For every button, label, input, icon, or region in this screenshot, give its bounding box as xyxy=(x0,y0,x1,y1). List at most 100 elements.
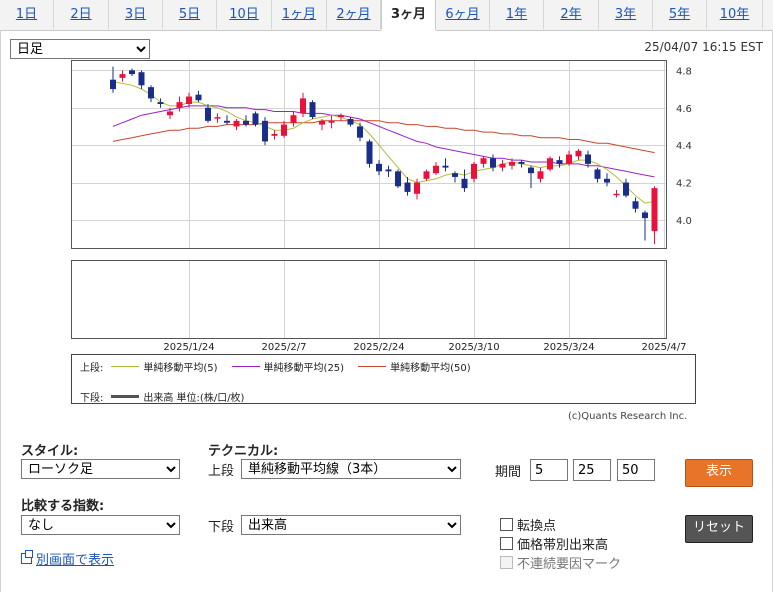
period-input-2[interactable] xyxy=(573,459,611,481)
upper-sub-label: 上段 xyxy=(208,464,235,479)
discontinuity-checkbox: 不連続要因マーク xyxy=(500,553,621,572)
candle-body xyxy=(414,182,420,194)
candle-body xyxy=(480,158,487,164)
period-input-3[interactable] xyxy=(617,459,655,481)
style-label: スタイル: xyxy=(21,444,79,459)
candle-body xyxy=(338,115,344,118)
candle-body xyxy=(309,102,316,118)
candle-body xyxy=(252,113,259,125)
new-window-icon xyxy=(21,550,33,564)
y-tick-label: 4.8 xyxy=(676,66,692,77)
candle-body xyxy=(376,163,382,172)
candle-body xyxy=(518,161,525,164)
open-new-window-label: 別画面で表示 xyxy=(36,553,115,568)
candle-body xyxy=(176,102,183,108)
candle-body xyxy=(499,163,506,168)
candle-body xyxy=(575,150,582,157)
legend-volume-line xyxy=(111,395,140,398)
show-button[interactable]: 表示 xyxy=(685,459,753,487)
candle-body xyxy=(585,154,591,164)
candle-body xyxy=(366,141,373,164)
candle-body xyxy=(547,158,553,170)
candle-body xyxy=(461,178,468,189)
candle-body xyxy=(490,158,496,168)
candle-body xyxy=(290,115,297,123)
legend-ma50: 単純移動平均(50) xyxy=(358,359,471,374)
candle-body xyxy=(262,120,268,142)
candle-body xyxy=(423,171,430,179)
candle-body xyxy=(566,154,572,164)
price-volume-checkbox[interactable]: 価格帯別出来高 xyxy=(500,534,608,553)
compare-label: 比較する指数: xyxy=(21,499,105,514)
period-input-1[interactable] xyxy=(530,459,568,481)
legend-ma5: 単純移動平均(5) xyxy=(111,359,218,374)
candle-body xyxy=(281,124,287,136)
candle-body xyxy=(138,72,145,86)
x-tick-label: 2025/3/10 xyxy=(448,342,499,352)
chart-legend: 上段: 単純移動平均(5) 単純移動平均(25) 単純移動平均(50) 下段: … xyxy=(71,354,696,404)
candle-body xyxy=(537,171,544,179)
turning-point-checkbox[interactable]: 転換点 xyxy=(500,515,556,534)
candle-body xyxy=(300,98,306,114)
candle-body xyxy=(632,201,639,209)
lower-plot-area xyxy=(71,260,667,339)
candle-body xyxy=(148,87,154,99)
upper-technical-select[interactable]: 単純移動平均線（3本） xyxy=(241,459,461,479)
style-select[interactable]: ローソク足 xyxy=(21,459,180,479)
y-tick-label: 4.4 xyxy=(676,141,692,152)
x-tick-label: 2025/1/24 xyxy=(163,342,214,352)
candle-body xyxy=(385,169,392,172)
legend-volume-label: 出来高 単位:(株/口/枚) xyxy=(143,393,245,404)
candle-body xyxy=(233,120,240,127)
candle-body xyxy=(404,182,411,192)
candle-body xyxy=(433,165,439,174)
candle-body xyxy=(556,160,563,164)
candle-body xyxy=(110,79,116,90)
candle-body xyxy=(205,107,211,121)
period-label: 期間 xyxy=(495,465,522,480)
candle-body xyxy=(157,102,164,105)
candle-body xyxy=(328,120,335,123)
candle-body xyxy=(129,70,135,75)
lower-technical-select[interactable]: 出来高 xyxy=(241,515,461,535)
candle-body xyxy=(452,173,458,177)
candle-body xyxy=(167,111,173,116)
legend-ma5-line xyxy=(111,366,140,367)
candle-body xyxy=(395,171,401,187)
legend-ma25-line xyxy=(231,366,260,367)
checkbox-box[interactable] xyxy=(500,537,513,550)
candle xyxy=(547,156,553,172)
technical-label: テクニカル: xyxy=(208,444,279,459)
reset-button[interactable]: リセット xyxy=(685,515,753,543)
candle-body xyxy=(442,165,449,168)
compare-select[interactable]: なし xyxy=(21,515,180,535)
candle xyxy=(395,169,401,189)
discontinuity-label: 不連続要因マーク xyxy=(517,557,622,572)
candle xyxy=(366,139,373,168)
candle-body xyxy=(271,133,278,136)
candle xyxy=(309,100,316,119)
candle-body xyxy=(623,182,629,196)
price-chart: 4.0 4.2 4.4 4.6 4.8 2025/1/24 2025/2/7 2025/2/… xyxy=(71,60,692,352)
legend-ma5-label: 単純移動平均(5) xyxy=(143,363,218,374)
price-volume-label: 価格帯別出来高 xyxy=(517,538,609,553)
open-new-window-link[interactable]: 別画面で表示 xyxy=(21,549,114,568)
checkbox-box[interactable] xyxy=(500,518,513,531)
y-tick-label: 4.2 xyxy=(676,179,692,190)
legend-lower-label: 下段: xyxy=(80,393,104,404)
legend-ma50-label: 単純移動平均(50) xyxy=(390,363,471,374)
legend-volume: 出来高 単位:(株/口/枚) xyxy=(111,389,244,404)
y-tick-label: 4.0 xyxy=(676,216,692,227)
legend-ma25-label: 単純移動平均(25) xyxy=(263,363,345,374)
copyright: (c)Quants Research Inc. xyxy=(568,411,688,422)
y-tick-label: 4.6 xyxy=(676,104,692,115)
x-tick-label: 2025/4/7 xyxy=(642,342,687,352)
candle-body xyxy=(319,120,325,125)
candle-body xyxy=(357,126,363,138)
candle-body xyxy=(613,193,620,196)
x-tick-label: 2025/3/24 xyxy=(543,342,594,352)
legend-ma25: 単純移動平均(25) xyxy=(231,359,345,374)
candle-body xyxy=(651,188,658,232)
candle-body xyxy=(642,212,648,219)
candle-body xyxy=(243,120,249,125)
